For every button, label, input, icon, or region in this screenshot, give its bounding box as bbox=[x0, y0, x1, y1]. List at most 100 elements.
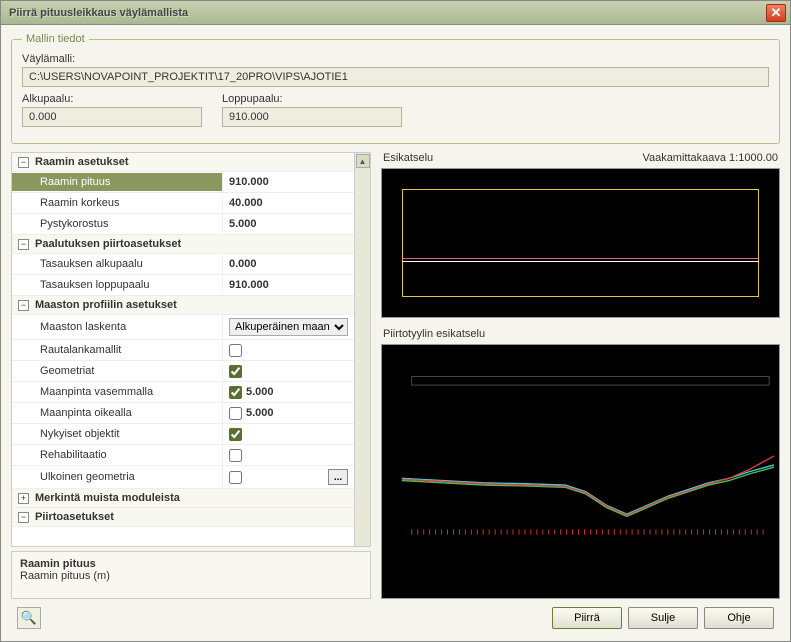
titlebar-text: Piirrä pituusleikkaus väylämallista bbox=[9, 7, 188, 19]
row-maanpinta-oikealla[interactable]: Maanpinta oikealla 5.000 bbox=[12, 403, 354, 424]
collapse-icon[interactable]: − bbox=[18, 157, 29, 168]
frame-rect bbox=[402, 189, 759, 297]
main-area: ▲ − Raamin asetukset Raamin pituus 910.0… bbox=[11, 152, 780, 599]
style-chart bbox=[382, 345, 779, 598]
row-label: Nykyiset objektit bbox=[12, 425, 222, 443]
group-paalutuksen-piirtoasetukset[interactable]: − Paalutuksen piirtoasetukset bbox=[12, 235, 354, 254]
group-label: Paalutuksen piirtoasetukset bbox=[35, 238, 181, 250]
group-label: Maaston profiilin asetukset bbox=[35, 299, 177, 311]
row-value[interactable]: 40.000 bbox=[222, 194, 354, 212]
row-value[interactable]: ... bbox=[222, 466, 354, 488]
row-label: Pystykorostus bbox=[12, 215, 222, 233]
magnifier-icon: 🔍 bbox=[21, 610, 37, 626]
row-label: Maanpinta oikealla bbox=[12, 404, 222, 422]
row-label: Raamin korkeus bbox=[12, 194, 222, 212]
row-value[interactable] bbox=[222, 341, 354, 360]
collapse-icon[interactable]: − bbox=[18, 512, 29, 523]
ohje-button[interactable]: Ohje bbox=[704, 607, 774, 629]
row-raamin-korkeus[interactable]: Raamin korkeus 40.000 bbox=[12, 193, 354, 214]
rautalankamallit-checkbox[interactable] bbox=[229, 344, 242, 357]
row-geometriat[interactable]: Geometriat bbox=[12, 361, 354, 382]
row-ulkoinen-geometria[interactable]: Ulkoinen geometria ... bbox=[12, 466, 354, 489]
group-piirtoasetukset[interactable]: − Piirtoasetukset bbox=[12, 508, 354, 527]
row-maaston-laskenta[interactable]: Maaston laskenta Alkuperäinen maanpinta bbox=[12, 315, 354, 340]
row-rautalankamallit[interactable]: Rautalankamallit bbox=[12, 340, 354, 361]
row-value[interactable] bbox=[222, 446, 354, 465]
maaston-laskenta-select[interactable]: Alkuperäinen maanpinta bbox=[229, 318, 348, 336]
piirra-button[interactable]: Piirrä bbox=[552, 607, 622, 629]
vaylamalli-input[interactable] bbox=[22, 67, 769, 87]
row-value[interactable] bbox=[222, 362, 354, 381]
fieldset-legend: Mallin tiedot bbox=[22, 33, 89, 45]
row-tasauksen-loppupaalu[interactable]: Tasauksen loppupaalu 910.000 bbox=[12, 275, 354, 296]
model-info-fieldset: Mallin tiedot Väylämalli: Alkupaalu: Lop… bbox=[11, 33, 780, 144]
button-bar: 🔍 Piirrä Sulje Ohje bbox=[11, 599, 780, 633]
ulkoinen-geometria-browse-button[interactable]: ... bbox=[328, 469, 348, 485]
row-label: Rautalankamallit bbox=[12, 341, 222, 359]
row-label: Maanpinta vasemmalla bbox=[12, 383, 222, 401]
collapse-icon[interactable]: − bbox=[18, 239, 29, 250]
row-pystykorostus[interactable]: Pystykorostus 5.000 bbox=[12, 214, 354, 235]
profile-line bbox=[402, 258, 759, 259]
scroll-up-icon[interactable]: ▲ bbox=[356, 154, 370, 168]
close-button[interactable]: ✕ bbox=[766, 4, 786, 22]
group-merkinta-moduleista[interactable]: + Merkintä muista moduleista bbox=[12, 489, 354, 508]
esikatselu-label: Esikatselu bbox=[383, 152, 433, 164]
titlebar: Piirrä pituusleikkaus väylämallista ✕ bbox=[1, 1, 790, 25]
maanpinta-vasemmalla-checkbox[interactable] bbox=[229, 386, 242, 399]
ground-line bbox=[402, 261, 759, 262]
loppupaalu-input[interactable] bbox=[222, 107, 402, 127]
row-value[interactable]: 910.000 bbox=[222, 276, 354, 294]
row-label: Raamin pituus bbox=[12, 173, 222, 191]
expand-icon[interactable]: + bbox=[18, 493, 29, 504]
left-panel: ▲ − Raamin asetukset Raamin pituus 910.0… bbox=[11, 152, 371, 599]
row-label: Maaston laskenta bbox=[12, 318, 222, 336]
group-raamin-asetukset[interactable]: − Raamin asetukset bbox=[12, 153, 354, 172]
nykyiset-objektit-checkbox[interactable] bbox=[229, 428, 242, 441]
group-maaston-profiilin-asetukset[interactable]: − Maaston profiilin asetukset bbox=[12, 296, 354, 315]
preview-header: Esikatselu Vaakamittakaava 1:1000.00 bbox=[381, 152, 780, 168]
geometriat-checkbox[interactable] bbox=[229, 365, 242, 378]
dialog-window: Piirrä pituusleikkaus väylämallista ✕ Ma… bbox=[0, 0, 791, 642]
scrollbar[interactable]: ▲ bbox=[354, 153, 370, 546]
loppupaalu-label: Loppupaalu: bbox=[222, 93, 402, 105]
group-label: Raamin asetukset bbox=[35, 156, 129, 168]
sulje-button[interactable]: Sulje bbox=[628, 607, 698, 629]
group-label: Merkintä muista moduleista bbox=[35, 492, 180, 504]
alkupaalu-label: Alkupaalu: bbox=[22, 93, 202, 105]
row-value[interactable]: 910.000 bbox=[222, 173, 354, 191]
row-value[interactable]: 0.000 bbox=[222, 255, 354, 273]
row-label: Tasauksen alkupaalu bbox=[12, 255, 222, 273]
vaylamalli-label: Väylämalli: bbox=[22, 53, 769, 65]
zoom-button[interactable]: 🔍 bbox=[17, 607, 41, 629]
scale-label: Vaakamittakaava 1:1000.00 bbox=[642, 152, 778, 164]
collapse-icon[interactable]: − bbox=[18, 300, 29, 311]
row-maanpinta-vasemmalla[interactable]: Maanpinta vasemmalla 5.000 bbox=[12, 382, 354, 403]
alkupaalu-input[interactable] bbox=[22, 107, 202, 127]
row-value[interactable]: 5.000 bbox=[222, 215, 354, 233]
row-value[interactable]: Alkuperäinen maanpinta bbox=[222, 315, 354, 339]
group-label: Piirtoasetukset bbox=[35, 511, 114, 523]
style-header: Piirtotyylin esikatselu bbox=[381, 328, 780, 344]
row-label: Rehabilitaatio bbox=[12, 446, 222, 464]
row-value[interactable]: 5.000 bbox=[222, 404, 354, 423]
maanpinta-oikealla-checkbox[interactable] bbox=[229, 407, 242, 420]
row-tasauksen-alkupaalu[interactable]: Tasauksen alkupaalu 0.000 bbox=[12, 254, 354, 275]
row-value[interactable]: 5.000 bbox=[222, 383, 354, 402]
row-rehabilitaatio[interactable]: Rehabilitaatio bbox=[12, 445, 354, 466]
preview-piirtotyyli[interactable] bbox=[381, 344, 780, 599]
preview-esikatselu[interactable] bbox=[381, 168, 780, 318]
right-panel: Esikatselu Vaakamittakaava 1:1000.00 Pii… bbox=[381, 152, 780, 599]
row-label: Ulkoinen geometria bbox=[12, 468, 222, 486]
content-area: Mallin tiedot Väylämalli: Alkupaalu: Lop… bbox=[1, 25, 790, 641]
ulkoinen-geometria-checkbox[interactable] bbox=[229, 471, 242, 484]
description-text: Raamin pituus (m) bbox=[20, 570, 362, 582]
row-nykyiset-objektit[interactable]: Nykyiset objektit bbox=[12, 424, 354, 445]
row-value[interactable] bbox=[222, 425, 354, 444]
description-box: Raamin pituus Raamin pituus (m) bbox=[11, 551, 371, 599]
row-raamin-pituus[interactable]: Raamin pituus 910.000 bbox=[12, 172, 354, 193]
description-title: Raamin pituus bbox=[20, 558, 362, 570]
close-icon: ✕ bbox=[771, 6, 782, 19]
settings-tree: ▲ − Raamin asetukset Raamin pituus 910.0… bbox=[11, 152, 371, 547]
rehabilitaatio-checkbox[interactable] bbox=[229, 449, 242, 462]
